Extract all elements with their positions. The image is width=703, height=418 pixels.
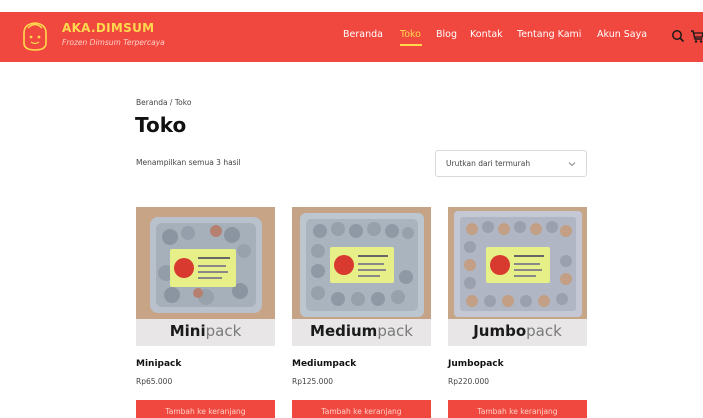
nav-item-toko[interactable]: Toko (400, 29, 421, 40)
product-card-mediumpack: Mediumpack Mediumpack Rp125.000 Tambah k… (292, 207, 431, 418)
top-strip (0, 0, 703, 12)
chevron-down-icon (568, 162, 576, 167)
cart-count-badge: 0 (690, 4, 694, 11)
product-price: Rp220.000 (448, 377, 489, 386)
nav-item-blog[interactable]: Blog (436, 29, 457, 40)
product-image[interactable]: Mediumpack (292, 207, 431, 346)
nav-item-beranda[interactable]: Beranda (343, 29, 383, 40)
result-count: Menampilkan semua 3 hasil (136, 158, 241, 167)
nav-item-tentang-kami[interactable]: Tentang Kami (517, 29, 581, 40)
add-to-cart-button[interactable]: Tambah ke keranjang (292, 400, 431, 418)
product-image[interactable]: Jumbopack (448, 207, 587, 346)
nav-active-underline (400, 44, 422, 46)
product-image[interactable]: Minipack (136, 207, 275, 346)
product-name[interactable]: Mediumpack (292, 359, 356, 369)
nav-item-akun-saya[interactable]: Akun Saya (597, 29, 647, 40)
pack-size-label: Jumbopack (473, 322, 562, 340)
site-header: AKA.DIMSUM Frozen Dimsum Terpercaya Bera… (0, 12, 703, 62)
product-name[interactable]: Jumbopack (448, 359, 504, 369)
page-title: Toko (135, 113, 187, 137)
product-card-minipack: Minipack Minipack Rp65.000 Tambah ke ker… (136, 207, 275, 418)
product-name[interactable]: Minipack (136, 359, 181, 369)
product-card-jumbopack: Jumbopack Jumbopack Rp220.000 Tambah ke … (448, 207, 587, 418)
search-icon[interactable] (671, 29, 685, 43)
pack-size-label: Mediumpack (310, 322, 413, 340)
pack-size-label: Minipack (169, 322, 242, 340)
sort-dropdown[interactable]: Urutkan dari termurah (435, 150, 587, 177)
main-nav: Beranda Toko Blog Kontak Tentang Kami Ak… (0, 29, 703, 47)
product-price: Rp65.000 (136, 377, 173, 386)
product-price: Rp125.000 (292, 377, 333, 386)
breadcrumb: Beranda / Toko (136, 98, 192, 107)
cart-icon[interactable] (690, 28, 703, 44)
nav-item-kontak[interactable]: Kontak (470, 29, 503, 40)
add-to-cart-button[interactable]: Tambah ke keranjang (448, 400, 587, 418)
sort-selected-value: Urutkan dari termurah (446, 159, 531, 168)
add-to-cart-button[interactable]: Tambah ke keranjang (136, 400, 275, 418)
